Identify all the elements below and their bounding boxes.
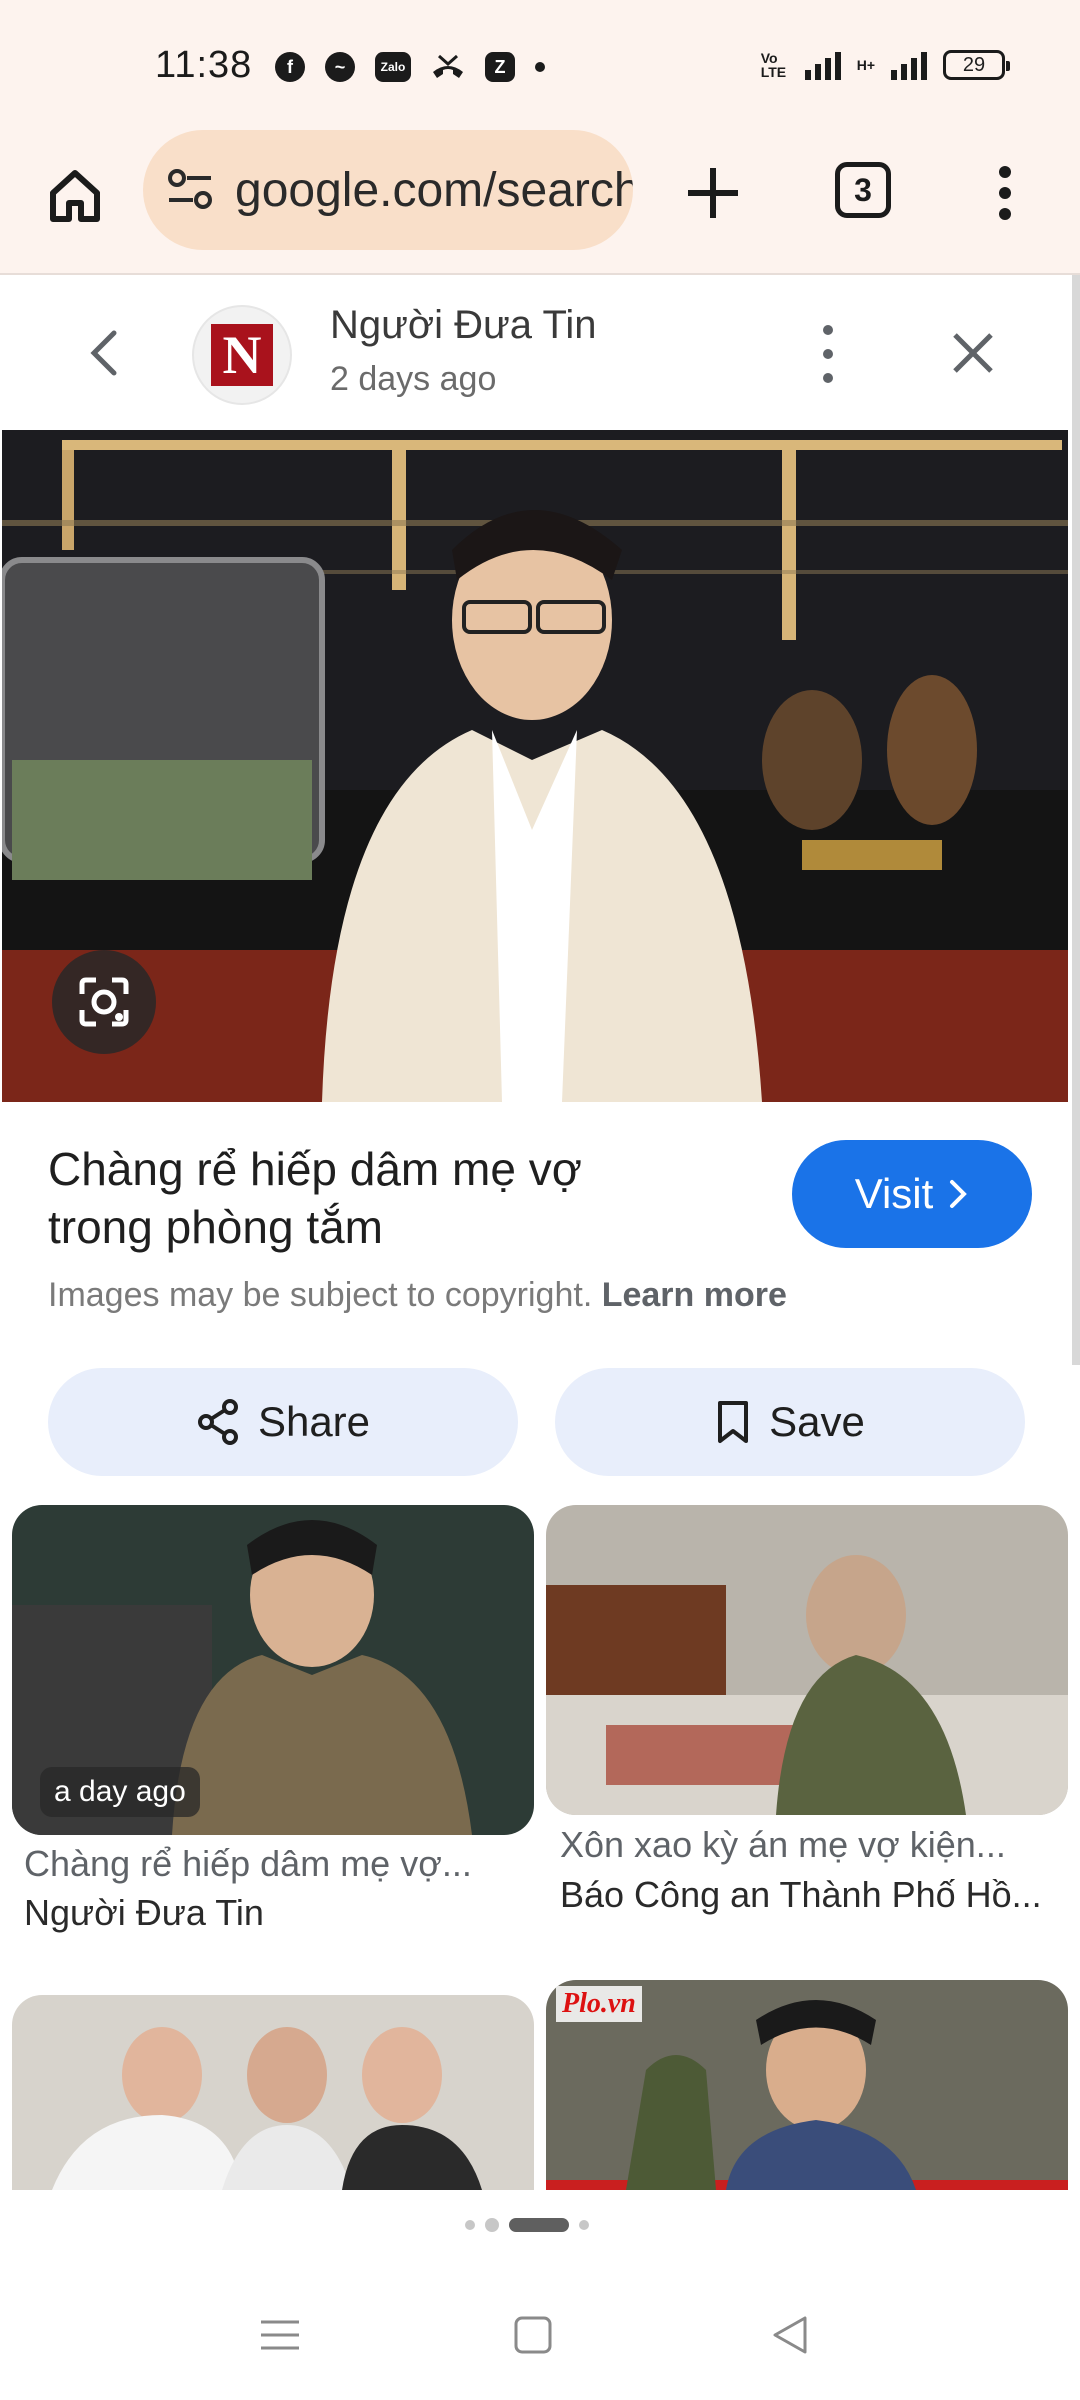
related-source: Người Đưa Tin xyxy=(24,1892,264,1933)
publish-time: 2 days ago xyxy=(330,360,497,398)
pager-dot-active xyxy=(509,2218,569,2232)
watermark-text: Plo.vn xyxy=(556,1986,642,2022)
home-square-icon[interactable] xyxy=(508,2310,558,2360)
system-navigation-bar xyxy=(0,2270,1080,2400)
home-icon xyxy=(50,170,100,222)
facebook-icon: f xyxy=(275,52,305,82)
messenger-icon: ~ xyxy=(325,52,355,82)
related-result-card[interactable]: a day ago xyxy=(12,1505,534,1835)
system-status: Vo LTE H+ 29 xyxy=(760,50,1010,80)
share-label: Share xyxy=(257,1398,371,1445)
home-button[interactable] xyxy=(40,160,110,230)
related-result-card[interactable] xyxy=(546,1505,1068,1815)
notification-icons: f ~ Zalo Z xyxy=(275,52,545,82)
visit-button[interactable]: Visit xyxy=(792,1140,1032,1248)
google-lens-button[interactable] xyxy=(52,950,156,1054)
status-time: 11:38 xyxy=(155,44,253,86)
zalo-icon: Zalo xyxy=(375,52,411,82)
signal-2-icon xyxy=(891,50,927,80)
result-title[interactable]: Chàng rể hiếp dâm mẹ vợ trong phòng tắm xyxy=(48,1140,648,1256)
save-button[interactable]: Save xyxy=(555,1368,1025,1476)
missed-call-icon xyxy=(433,54,463,78)
address-bar[interactable]: google.com/search xyxy=(143,130,633,250)
related-result-card[interactable]: Plo.vn xyxy=(546,1980,1068,2190)
new-tab-button[interactable] xyxy=(680,160,746,226)
related-thumbnail xyxy=(546,1505,1068,1815)
publisher-logo-letter: N xyxy=(211,324,273,386)
image-pager xyxy=(465,2218,589,2232)
signal-icon xyxy=(804,50,841,80)
lens-icon xyxy=(79,977,129,1027)
browser-toolbar: google.com/search 3 xyxy=(0,130,1080,275)
close-icon[interactable] xyxy=(945,325,1001,381)
bookmark-icon xyxy=(718,1401,749,1443)
related-thumbnail xyxy=(12,1995,534,2190)
volte-label: Vo LTE xyxy=(760,50,787,80)
save-label: Save xyxy=(769,1398,865,1445)
pager-dot xyxy=(465,2220,475,2230)
network-type-label: H+ xyxy=(856,57,875,73)
publisher-name: Người Đưa Tin xyxy=(330,303,597,347)
tab-switcher-button[interactable]: 3 xyxy=(835,162,891,218)
image-viewer-header: N Người Đưa Tin 2 days ago xyxy=(0,275,1068,430)
site-settings-icon[interactable] xyxy=(165,164,217,216)
back-chevron-icon[interactable] xyxy=(80,323,130,383)
related-source: Báo Công an Thành Phố Hồ... xyxy=(560,1874,1042,1915)
url-text: google.com/search xyxy=(235,163,633,217)
pager-dot xyxy=(485,2218,499,2232)
visit-label: Visit xyxy=(854,1170,934,1217)
recent-apps-icon[interactable] xyxy=(255,2310,305,2360)
browser-menu-button[interactable] xyxy=(990,160,1020,226)
share-button[interactable]: Share xyxy=(48,1368,518,1476)
learn-more-link[interactable]: Learn more xyxy=(602,1276,787,1314)
copyright-text: Images may be subject to copyright. xyxy=(48,1276,593,1314)
main-result-image[interactable] xyxy=(2,430,1068,1102)
related-title[interactable]: Xôn xao kỳ án mẹ vợ kiện... xyxy=(560,1824,1080,1866)
status-bar: 11:38 f ~ Zalo Z Vo LTE H+ 29 xyxy=(0,0,1080,130)
publisher-logo: N xyxy=(192,305,292,405)
battery-indicator: 29 xyxy=(943,50,1010,80)
hero-photo xyxy=(2,430,1068,1102)
dot-icon xyxy=(535,62,545,72)
more-options-button[interactable] xyxy=(818,325,838,383)
copyright-notice: Images may be subject to copyright. Lear… xyxy=(48,1276,787,1315)
page-scrollbar[interactable] xyxy=(1072,275,1080,1365)
z-app-icon: Z xyxy=(485,52,515,82)
pager-dot xyxy=(579,2220,589,2230)
result-title-area: Chàng rể hiếp dâm mẹ vợ trong phòng tắm xyxy=(48,1140,648,1256)
back-triangle-icon[interactable] xyxy=(765,2310,815,2360)
chevron-right-icon xyxy=(950,1180,968,1208)
related-title[interactable]: Chàng rể hiếp dâm mẹ vợ... xyxy=(24,1843,544,1885)
card-time-badge: a day ago xyxy=(40,1767,200,1817)
related-result-card[interactable] xyxy=(12,1995,534,2190)
share-icon xyxy=(197,1399,238,1445)
